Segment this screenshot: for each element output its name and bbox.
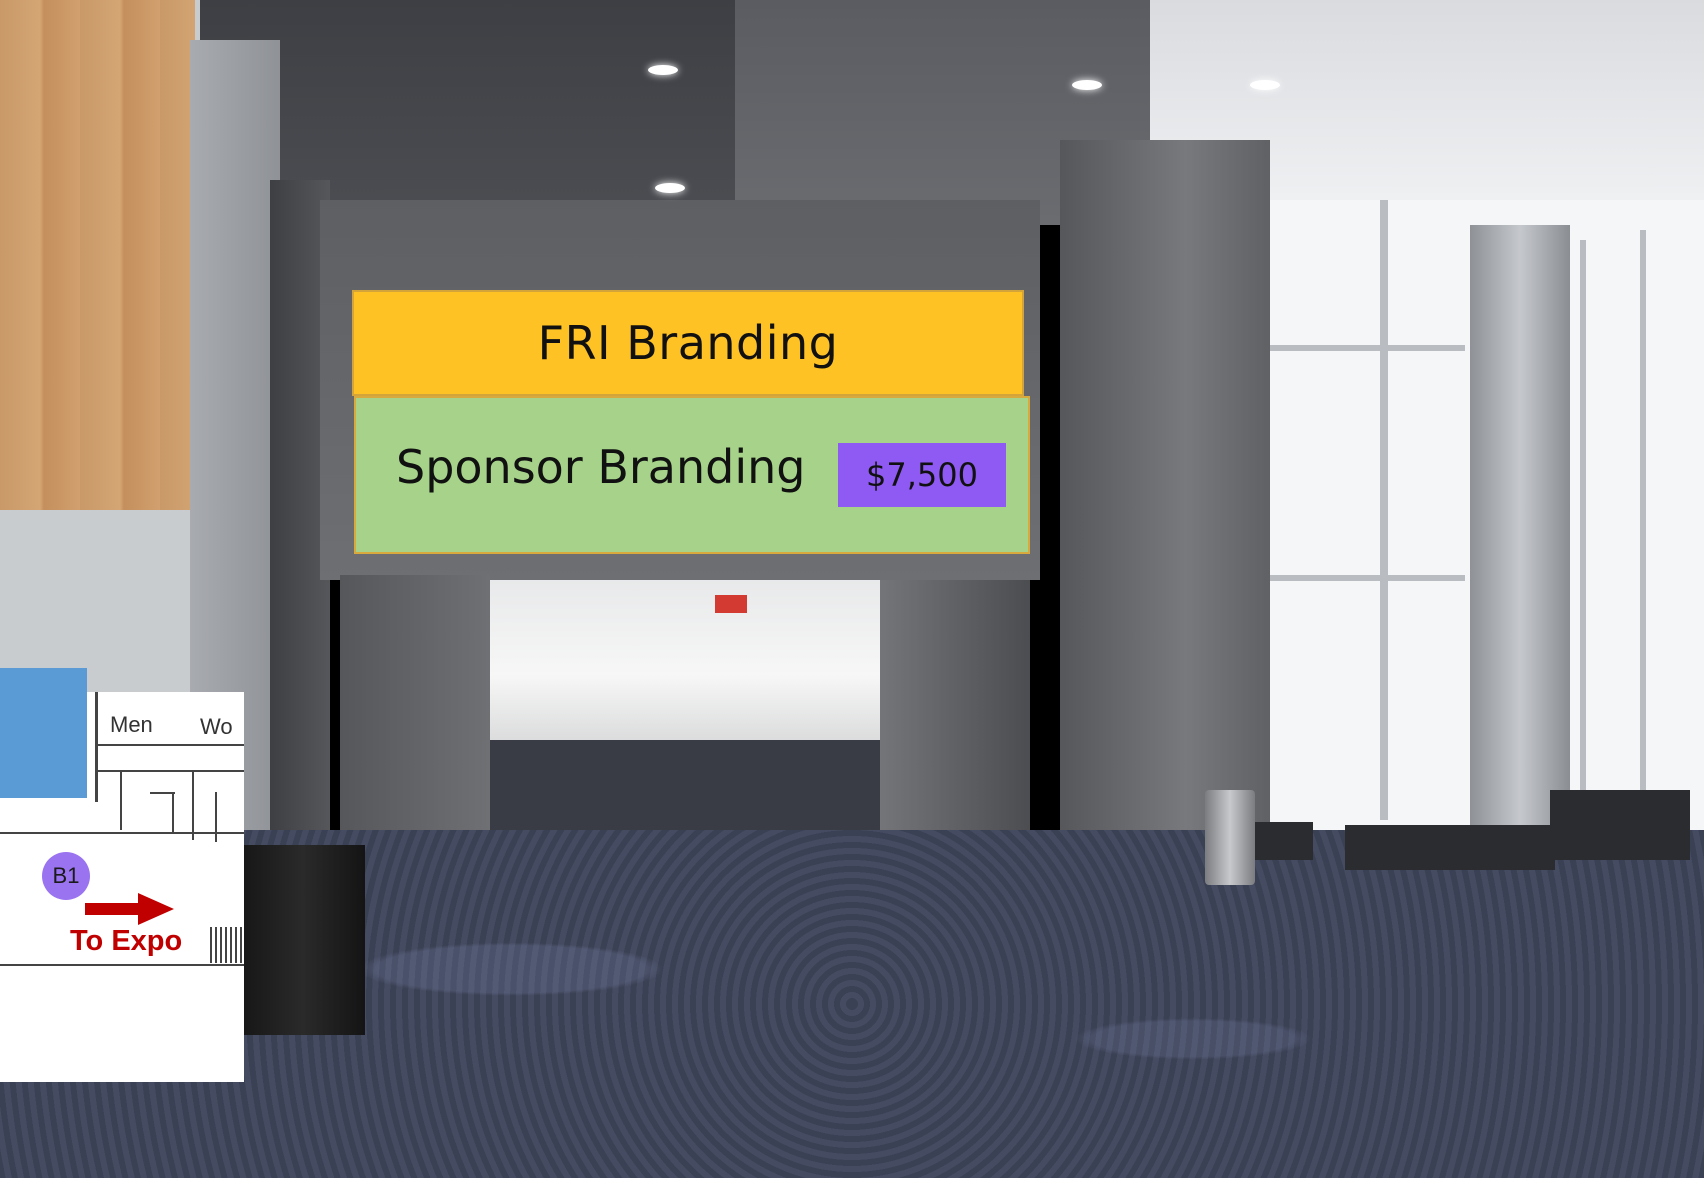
map-label-men: Men [110,712,153,737]
corridor-floor [490,740,890,830]
fri-branding-banner: FRI Branding [352,290,1024,396]
corridor-left-wall [340,575,490,845]
map-wall [95,770,244,772]
map-wall [95,744,244,746]
fri-branding-label: FRI Branding [537,316,839,370]
sponsor-branding-label: Sponsor Branding [396,440,806,494]
map-blue-block [0,668,87,798]
ceiling-light [648,65,678,75]
corridor-right-wall [880,580,1030,840]
price-badge: $7,500 [838,443,1006,507]
map-label-women: Wo [200,714,233,739]
map-wall [120,770,122,830]
venue-photo: FRI Branding Sponsor Branding $7,500 Men… [0,0,1704,1178]
ceiling-light [1250,80,1280,90]
map-wall [0,964,244,966]
exit-sign [715,595,747,613]
to-expo-label: To Expo [70,925,183,957]
arrow-right-icon [85,903,140,915]
window-mullion [1580,240,1586,820]
arrow-right-icon-head [138,893,174,925]
ceiling-light [1072,80,1102,90]
map-wall [0,832,244,834]
map-wall [172,792,174,832]
bench [1255,822,1313,860]
booth-marker-label: B1 [52,863,80,888]
right-pillar [1060,140,1270,880]
bench [1345,825,1555,870]
trash-can [1205,790,1255,885]
support-column [1470,225,1570,825]
map-wall [192,770,194,840]
draped-table [240,845,365,1035]
wood-panel [0,0,195,510]
window-mullion [1640,230,1646,820]
booth-marker: B1 [42,852,90,900]
sofa [1550,790,1690,860]
window-mullion [1380,200,1388,820]
window-mullion [1265,345,1465,351]
map-wall [95,692,98,802]
map-wall [215,792,217,842]
window-mullion [1265,575,1465,581]
sponsor-branding-banner: Sponsor Branding $7,500 [354,396,1030,554]
map-stairs [210,927,244,963]
price-value: $7,500 [866,456,978,494]
ceiling-light [655,183,685,193]
